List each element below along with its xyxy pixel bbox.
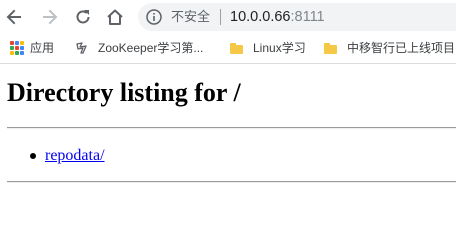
apps-grid-icon [10, 41, 24, 55]
bullet [30, 153, 36, 159]
directory-link-repodata[interactable]: repodata/ [45, 147, 105, 164]
reload-icon [76, 10, 90, 24]
folder-icon [230, 42, 243, 54]
folder-icon [324, 42, 337, 54]
directory-listing: repodata/ [0, 146, 105, 166]
info-icon[interactable] [146, 9, 162, 25]
bookmark-label: ZooKeeper学习第... [98, 41, 204, 55]
bookmarks-bar: 应用 ZooKeeper学习第... Linux学习 中移智行已上线项目 [0, 34, 456, 64]
reload-button[interactable] [73, 7, 93, 27]
divider [7, 127, 456, 129]
home-icon [107, 9, 123, 25]
url-text[interactable]: 10.0.0.66:8111 [230, 8, 325, 26]
security-label[interactable]: 不安全 [171, 9, 210, 25]
arrow-left-icon [6, 9, 21, 25]
bookmark-label: 应用 [30, 41, 55, 55]
address-separator [220, 9, 221, 25]
zookeeper-icon [76, 42, 87, 54]
bookmark-label: 中移智行已上线项目 [347, 41, 456, 55]
url-host: 10.0.0.66 [230, 9, 291, 25]
forward-button[interactable] [40, 7, 60, 27]
home-button[interactable] [105, 7, 125, 27]
bookmark-projects[interactable]: 中移智行已上线项目 [324, 39, 455, 57]
bookmark-linux[interactable]: Linux学习 [230, 39, 306, 57]
address-bar[interactable]: 不安全 10.0.0.66:8111 [138, 3, 456, 31]
browser-toolbar: 不安全 10.0.0.66:8111 [0, 0, 456, 34]
url-port: :8111 [290, 9, 325, 25]
page-title: Directory listing for / [7, 78, 241, 107]
bookmark-label: Linux学习 [253, 41, 306, 55]
arrow-right-icon [43, 9, 58, 25]
back-button[interactable] [4, 7, 24, 27]
list-item: repodata/ [0, 146, 105, 166]
bookmark-zookeeper[interactable]: ZooKeeper学习第... [75, 39, 203, 57]
bookmark-apps[interactable]: 应用 [10, 39, 54, 57]
divider [7, 181, 456, 183]
